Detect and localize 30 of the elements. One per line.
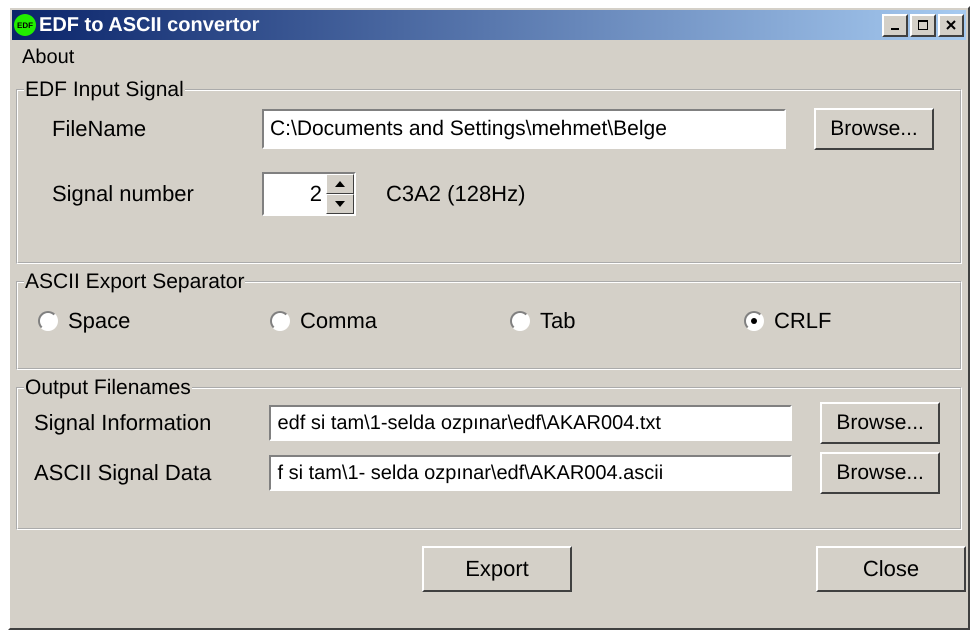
close-icon	[945, 19, 957, 31]
group-title: ASCII Export Separator	[24, 270, 246, 294]
field-label: Signal Information	[34, 410, 212, 436]
minimize-icon	[891, 28, 899, 30]
separator-radio[interactable]: Comma	[270, 308, 510, 334]
window-title: EDF to ASCII convertor	[39, 14, 260, 36]
field-label: Signal number	[51, 181, 195, 207]
close-button[interactable]	[938, 14, 964, 36]
maximize-button[interactable]	[910, 14, 936, 36]
signal-number-spinner[interactable]: 2	[262, 172, 356, 216]
separator-radio[interactable]: CRLF	[744, 308, 944, 334]
browse-button[interactable]: Browse...	[820, 402, 940, 444]
app-logo-icon: EDF	[14, 14, 36, 36]
close-dialog-button[interactable]: Close	[816, 546, 966, 592]
separator-radio[interactable]: Space	[38, 308, 270, 334]
signal-info-text: C3A2 (128Hz)	[386, 181, 526, 207]
output-file-field[interactable]: f si tam\1- selda ozpınar\edf\AKAR004.ascii	[269, 455, 792, 491]
filename-field[interactable]: C:\Documents and Settings\mehmet\Belge	[262, 109, 786, 149]
export-button[interactable]: Export	[422, 546, 572, 592]
group-title: Output Filenames	[24, 376, 192, 400]
maximize-icon	[917, 19, 929, 31]
menu-item[interactable]: About	[22, 46, 74, 68]
separator-radio[interactable]: Tab	[510, 308, 744, 334]
browse-button[interactable]: Browse...	[814, 108, 934, 150]
output-file-field[interactable]: edf si tam\1-selda ozpınar\edf\AKAR004.txt	[269, 405, 792, 441]
group-title: EDF Input Signal	[24, 78, 185, 102]
minimize-button[interactable]	[882, 14, 908, 36]
browse-button[interactable]: Browse...	[820, 452, 940, 494]
field-label: ASCII Signal Data	[34, 460, 212, 486]
field-label: FileName	[51, 116, 148, 142]
